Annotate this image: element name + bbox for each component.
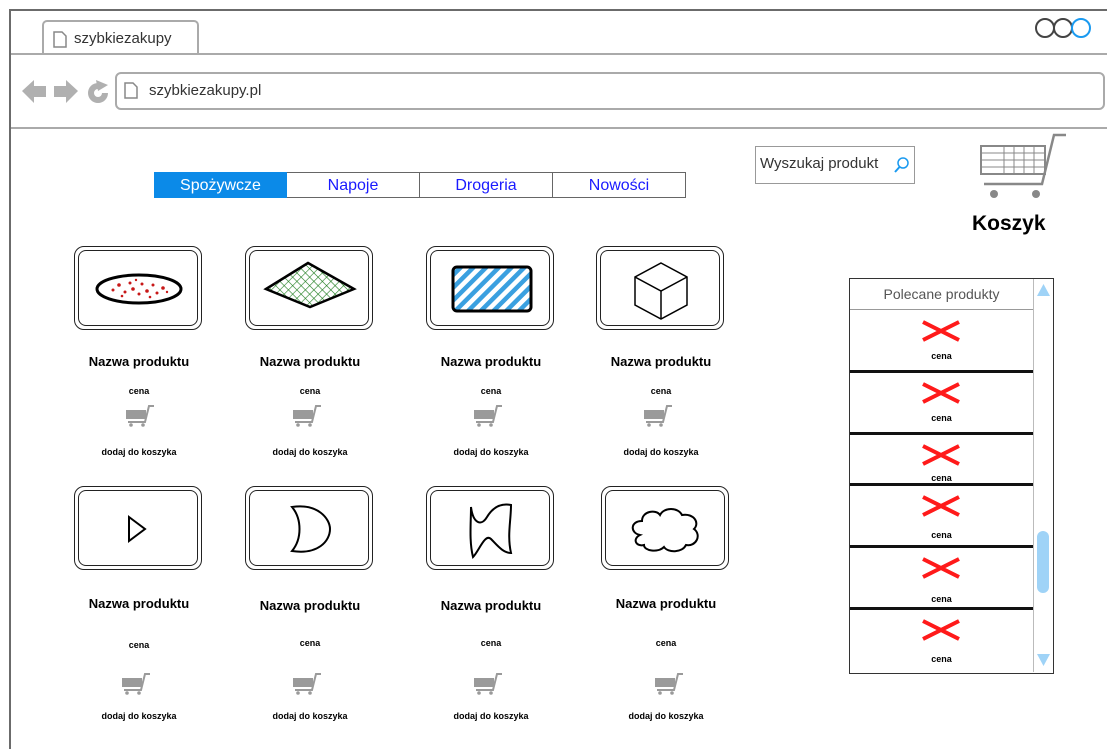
product-price: cena: [650, 386, 672, 396]
search-box: [755, 146, 915, 184]
recommended-price: cena: [931, 654, 952, 664]
add-to-cart-icon[interactable]: [291, 672, 323, 696]
product-name[interactable]: Nazwa produktu: [581, 596, 751, 611]
cart-icon[interactable]: [976, 132, 1068, 202]
remove-icon[interactable]: [921, 380, 961, 406]
scroll-down-icon[interactable]: [1037, 654, 1050, 666]
wave-icon: [469, 503, 513, 559]
add-to-cart-label[interactable]: dodaj do koszyka: [581, 711, 751, 721]
product-name[interactable]: Nazwa produktu: [225, 598, 395, 613]
page-icon: [124, 82, 138, 99]
hatched-rectangle-icon: [451, 265, 533, 313]
scroll-up-icon[interactable]: [1037, 284, 1050, 296]
product-price: cena: [480, 638, 502, 648]
product-name[interactable]: Nazwa produktu: [406, 354, 576, 369]
product-image[interactable]: [245, 246, 373, 330]
cart-label[interactable]: Koszyk: [972, 212, 1046, 236]
add-to-cart-icon[interactable]: [120, 672, 152, 696]
page-icon: [53, 31, 67, 48]
product-price: cena: [655, 638, 677, 648]
product-name[interactable]: Nazwa produktu: [54, 354, 224, 369]
window-circle-icon[interactable]: [1071, 18, 1091, 38]
product-name[interactable]: Nazwa produktu: [576, 354, 746, 369]
product-price: cena: [299, 638, 321, 648]
url-text: szybkiezakupy.pl: [149, 82, 262, 99]
add-to-cart-label[interactable]: dodaj do koszyka: [576, 447, 746, 457]
recommended-price: cena: [931, 413, 952, 423]
add-to-cart-icon[interactable]: [642, 404, 674, 428]
remove-icon[interactable]: [921, 493, 961, 519]
recommended-item[interactable]: cena: [850, 373, 1033, 435]
add-to-cart-icon[interactable]: [472, 672, 504, 696]
product-name[interactable]: Nazwa produktu: [225, 354, 395, 369]
product-price: cena: [128, 386, 150, 396]
add-to-cart-label[interactable]: dodaj do koszyka: [406, 447, 576, 457]
window-controls: [1035, 18, 1107, 42]
diamond-grid-icon: [263, 261, 357, 309]
add-to-cart-label[interactable]: dodaj do koszyka: [54, 711, 224, 721]
tab-title: szybkiezakupy: [74, 30, 172, 47]
menu-item-napoje[interactable]: Napoje: [287, 172, 420, 198]
nav-divider: [11, 127, 1107, 129]
product-price: cena: [128, 640, 150, 650]
triangle-icon: [128, 515, 147, 543]
window-circle-icon[interactable]: [1035, 18, 1055, 38]
product-price: cena: [480, 386, 502, 396]
product-image[interactable]: [74, 246, 202, 330]
menu-item-nowosci[interactable]: Nowości: [553, 172, 686, 198]
moon-icon: [290, 505, 332, 553]
add-to-cart-icon[interactable]: [653, 672, 685, 696]
back-arrow-icon[interactable]: [22, 80, 46, 103]
product-image[interactable]: [245, 486, 373, 570]
product-image[interactable]: [426, 246, 554, 330]
product-image[interactable]: [596, 246, 724, 330]
tab-divider: [11, 53, 1107, 55]
product-price: cena: [299, 386, 321, 396]
add-to-cart-label[interactable]: dodaj do koszyka: [225, 447, 395, 457]
product-name[interactable]: Nazwa produktu: [406, 598, 576, 613]
add-to-cart-icon[interactable]: [291, 404, 323, 428]
product-image[interactable]: [601, 486, 729, 570]
recommended-item[interactable]: cena: [850, 435, 1033, 486]
recommended-price: cena: [931, 473, 952, 483]
forward-arrow-icon[interactable]: [54, 80, 78, 103]
cube-icon: [634, 262, 688, 320]
product-image[interactable]: [426, 486, 554, 570]
window-circle-icon[interactable]: [1053, 18, 1073, 38]
recommended-item[interactable]: cena: [850, 610, 1033, 669]
recommended-list: cena cena cena cena cena cena: [850, 311, 1033, 669]
add-to-cart-label[interactable]: dodaj do koszyka: [406, 711, 576, 721]
browser-tab[interactable]: szybkiezakupy: [42, 20, 199, 54]
address-bar[interactable]: szybkiezakupy.pl: [115, 72, 1105, 110]
recommended-title: Polecane produkty: [850, 279, 1033, 310]
category-menu: Spożywcze Napoje Drogeria Nowości: [154, 172, 686, 198]
search-icon[interactable]: [894, 156, 910, 174]
menu-item-spozywcze[interactable]: Spożywcze: [154, 172, 287, 198]
recommended-price: cena: [931, 351, 952, 361]
recommended-price: cena: [931, 594, 952, 604]
navigation-buttons: [22, 80, 117, 115]
add-to-cart-icon[interactable]: [124, 404, 156, 428]
recommended-item[interactable]: cena: [850, 548, 1033, 610]
refresh-icon[interactable]: [88, 80, 108, 103]
menu-item-drogeria[interactable]: Drogeria: [420, 172, 553, 198]
add-to-cart-icon[interactable]: [472, 404, 504, 428]
remove-icon[interactable]: [921, 318, 961, 344]
scrollbar[interactable]: [1033, 279, 1053, 672]
scrollbar-thumb[interactable]: [1037, 531, 1049, 593]
recommended-item[interactable]: cena: [850, 311, 1033, 373]
remove-icon[interactable]: [921, 442, 961, 468]
recommended-price: cena: [931, 530, 952, 540]
add-to-cart-label[interactable]: dodaj do koszyka: [54, 447, 224, 457]
product-image[interactable]: [74, 486, 202, 570]
remove-icon[interactable]: [921, 555, 961, 581]
ellipse-dots-icon: [95, 273, 183, 305]
search-input[interactable]: [760, 155, 895, 172]
add-to-cart-label[interactable]: dodaj do koszyka: [225, 711, 395, 721]
recommended-panel: Polecane produkty cena cena cena cena ce…: [849, 278, 1054, 674]
recommended-item[interactable]: cena: [850, 486, 1033, 548]
product-name[interactable]: Nazwa produktu: [54, 596, 224, 611]
remove-icon[interactable]: [921, 617, 961, 643]
cloud-icon: [631, 508, 699, 553]
